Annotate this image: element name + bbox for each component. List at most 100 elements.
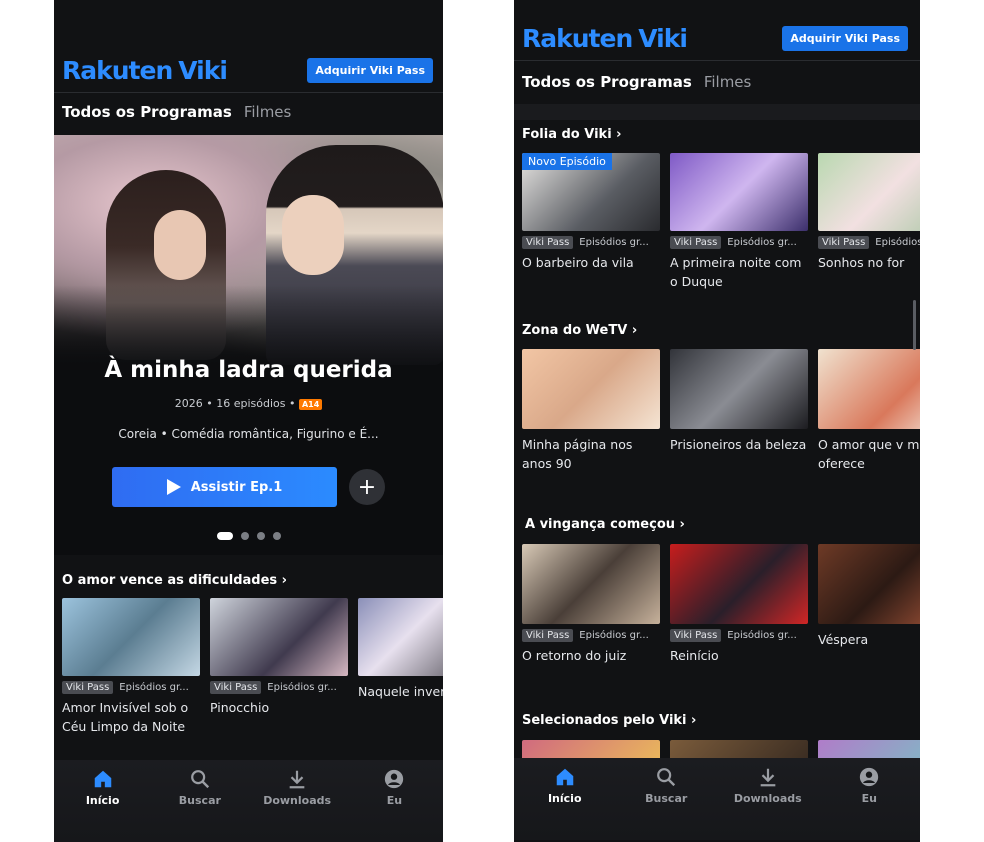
watch-button-label: Assistir Ep.1 — [190, 479, 283, 495]
show-title: O barbeiro da vila — [522, 255, 634, 270]
viki-pass-button[interactable]: Adquirir Viki Pass — [307, 57, 433, 83]
show-thumbnail — [358, 598, 443, 676]
row-wetv: Minha página nos anos 90 Prisioneiros da… — [522, 349, 920, 473]
nav-profile[interactable]: Eu — [354, 768, 434, 842]
profile-icon — [860, 767, 879, 787]
badge-row: Viki Pass Episódios gr... — [670, 236, 808, 249]
show-card[interactable]: Viki Pass Episódios gr... O retorno do j… — [522, 544, 660, 665]
rakuten-viki-logo[interactable]: Rakuten Viki — [522, 24, 688, 53]
free-episodes-badge: Episódios gr... — [579, 630, 649, 641]
viki-pass-badge: Viki Pass — [818, 236, 870, 249]
show-thumbnail — [670, 153, 808, 231]
viki-pass-button[interactable]: Adquirir Viki Pass — [782, 25, 908, 51]
top-bar: Rakuten Viki Adquirir Viki Pass — [514, 22, 920, 54]
show-card[interactable]: Viki Pass Episódios gr... Pinocchio — [210, 598, 348, 736]
watch-episode-button[interactable]: Assistir Ep.1 — [112, 467, 337, 507]
add-to-list-button[interactable]: + — [349, 469, 385, 505]
right-phone-screen: Rakuten Viki Adquirir Viki Pass Todos os … — [514, 0, 920, 842]
nav-search[interactable]: Buscar — [626, 766, 706, 840]
show-card[interactable]: Véspera — [818, 544, 920, 665]
nav-downloads[interactable]: Downloads — [728, 766, 808, 840]
row-title-folia[interactable]: Folia do Viki › — [522, 127, 622, 142]
show-card[interactable]: O amor que v me oferece — [818, 349, 920, 473]
row-folia: Novo Episódio Viki Pass Episódios gr... … — [522, 153, 920, 291]
badge-row: Viki Pass Episódios gr... — [522, 236, 660, 249]
show-card[interactable]: Novo Episódio Viki Pass Episódios gr... … — [522, 153, 660, 291]
viki-pass-badge: Viki Pass — [670, 236, 722, 249]
show-title: A primeira noite com o Duque — [670, 255, 802, 289]
show-card[interactable]: Viki Pass Episódios gr... Sonhos no for — [818, 153, 920, 291]
section-separator — [514, 104, 920, 120]
badge-row: Viki Pass Episódios gr... — [670, 629, 808, 642]
carousel-dot[interactable] — [240, 532, 249, 540]
tab-all-shows[interactable]: Todos os Programas — [62, 103, 232, 121]
show-card[interactable] — [522, 740, 660, 760]
show-title: Pinocchio — [210, 700, 270, 715]
profile-icon — [385, 769, 404, 789]
show-card[interactable]: Viki Pass Episódios gr... Amor Invisível… — [62, 598, 200, 736]
badge-row: Viki Pass Episódios gr... — [522, 629, 660, 642]
show-thumbnail — [522, 544, 660, 624]
nav-downloads[interactable]: Downloads — [257, 768, 337, 842]
free-episodes-badge: Episódios gr... — [119, 682, 189, 693]
carousel-dot[interactable] — [256, 532, 265, 540]
viki-pass-badge: Viki Pass — [210, 681, 262, 694]
nav-label: Eu — [386, 794, 403, 807]
free-episodes-badge: Episódios gr... — [727, 237, 797, 248]
tab-movies[interactable]: Filmes — [244, 103, 292, 121]
bottom-navigation: Início Buscar Downloads Eu — [54, 760, 443, 842]
scrollbar[interactable] — [913, 300, 916, 350]
nav-profile[interactable]: Eu — [829, 766, 909, 840]
search-icon — [657, 768, 676, 787]
hero-face-man — [282, 195, 344, 275]
free-episodes-badge: Episódios gr... — [579, 237, 649, 248]
show-thumbnail — [818, 349, 920, 429]
rakuten-viki-logo[interactable]: Rakuten Viki — [62, 56, 228, 85]
nav-label: Buscar — [178, 794, 221, 807]
tab-all-shows[interactable]: Todos os Programas — [522, 73, 692, 91]
show-card[interactable]: Minha página nos anos 90 — [522, 349, 660, 473]
search-icon — [190, 770, 209, 789]
show-thumbnail — [670, 544, 808, 624]
home-icon — [94, 770, 111, 788]
show-card[interactable] — [670, 740, 808, 760]
row-selected — [522, 740, 920, 760]
nav-home[interactable]: Início — [63, 768, 143, 842]
show-title: Reinício — [670, 648, 719, 663]
show-card[interactable]: Prisioneiros da beleza — [670, 349, 808, 473]
top-bar: Rakuten Viki Adquirir Viki Pass — [54, 54, 443, 86]
show-title: Naquele inverno, o vento soprou — [358, 684, 443, 699]
show-card[interactable]: Viki Pass Episódios gr... A primeira noi… — [670, 153, 808, 291]
show-card[interactable]: Naquele inverno, o vento soprou — [358, 598, 443, 736]
hero-face-woman — [154, 210, 206, 280]
nav-home[interactable]: Início — [525, 766, 605, 840]
divider — [54, 92, 443, 93]
show-thumbnail — [670, 349, 808, 429]
age-rating-badge: A14 — [298, 398, 323, 410]
play-icon — [166, 479, 181, 495]
hero-banner[interactable]: À minha ladra querida 2026 • 16 episódio… — [54, 135, 443, 555]
bottom-navigation: Início Buscar Downloads Eu — [514, 758, 920, 840]
row-title-selected[interactable]: Selecionados pelo Viki › — [522, 713, 696, 728]
show-card[interactable] — [818, 740, 920, 760]
show-thumbnail: Novo Episódio — [522, 153, 660, 231]
nav-label: Downloads — [263, 794, 332, 807]
carousel-dot[interactable] — [272, 532, 281, 540]
nav-search[interactable]: Buscar — [160, 768, 240, 842]
viki-pass-badge: Viki Pass — [62, 681, 114, 694]
carousel-dot[interactable] — [216, 532, 233, 540]
row-title-love[interactable]: O amor vence as dificuldades › — [62, 573, 287, 588]
show-card[interactable]: Viki Pass Episódios gr... Reinício — [670, 544, 808, 665]
row-title-wetv[interactable]: Zona do WeTV › — [522, 323, 637, 338]
badge-row: Viki Pass Episódios gr... — [62, 681, 200, 694]
nav-label: Downloads — [733, 792, 802, 805]
hero-genres: Coreia • Comédia romântica, Figurino e É… — [118, 427, 379, 441]
tab-movies[interactable]: Filmes — [704, 73, 752, 91]
free-episodes-badge: Episódios gr... — [875, 237, 920, 248]
show-thumbnail — [522, 740, 660, 760]
show-thumbnail — [818, 544, 920, 624]
tab-bar: Todos os Programas Filmes — [54, 103, 443, 121]
hero-meta: 2026 • 16 episódios • A14 — [54, 397, 443, 410]
row-title-revenge[interactable]: A vingança começou › — [525, 517, 685, 532]
show-thumbnail — [670, 740, 808, 760]
